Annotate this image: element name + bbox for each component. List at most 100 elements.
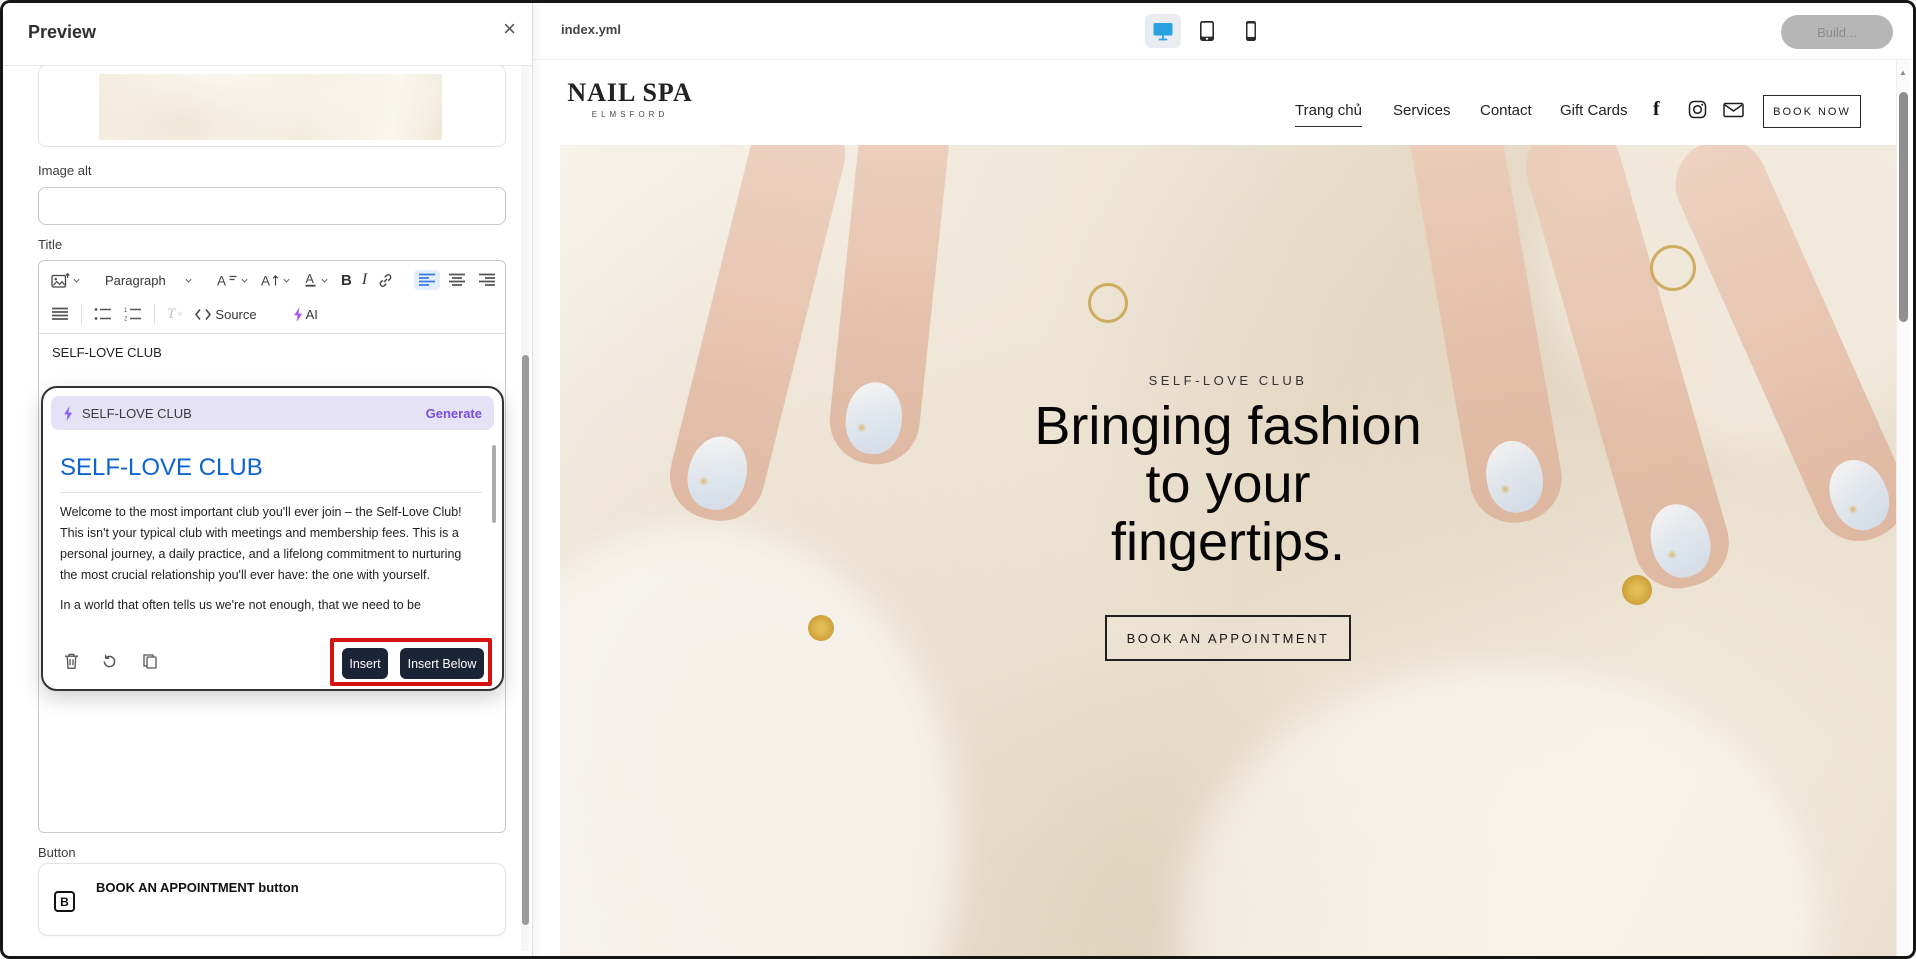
svg-text:1: 1: [124, 308, 128, 314]
align-left-icon: [418, 273, 436, 287]
ai-content-scrollbar[interactable]: [492, 445, 496, 523]
instagram-icon[interactable]: [1688, 100, 1707, 124]
copy-button[interactable]: [139, 650, 161, 672]
facebook-icon[interactable]: f: [1653, 98, 1660, 121]
hero-eyebrow: SELF-LOVE CLUB: [560, 373, 1896, 388]
book-now-button[interactable]: BOOK NOW: [1763, 95, 1861, 128]
silk-fold-decoration: [1180, 665, 1820, 959]
chevron-down-icon: [320, 276, 329, 285]
font-size-icon: A: [217, 273, 238, 288]
preview-scrollbar-track[interactable]: ▲: [1896, 60, 1909, 956]
image-alt-input[interactable]: [38, 187, 506, 225]
chevron-down-icon: [184, 276, 193, 285]
generate-link[interactable]: Generate: [426, 406, 482, 421]
book-appointment-button[interactable]: BOOK AN APPOINTMENT: [1105, 615, 1351, 661]
line-height-dropdown[interactable]: A: [257, 270, 295, 291]
image-alt-label: Image alt: [38, 163, 91, 178]
italic-button[interactable]: I: [360, 271, 369, 289]
title-label: Title: [38, 237, 62, 252]
suggestion-heading: SELF-LOVE CLUB: [60, 454, 482, 482]
gold-ring-decoration: [1088, 283, 1128, 323]
align-right-icon: [478, 273, 496, 287]
delete-suggestion-button[interactable]: [60, 650, 82, 672]
source-button[interactable]: Source: [190, 304, 260, 325]
insert-below-button[interactable]: Insert Below: [400, 648, 484, 679]
image-upload-icon: [51, 272, 70, 289]
hero-title: Bringing fashion to your fingertips.: [560, 397, 1896, 571]
mobile-view-button[interactable]: [1233, 14, 1269, 48]
silk-fold-decoration: [560, 525, 960, 959]
device-toggle-group: [1145, 14, 1269, 48]
button-field-item[interactable]: B BOOK AN APPOINTMENT button: [38, 863, 506, 936]
lightning-bolt-icon: [63, 406, 74, 421]
preview-panel: Preview × Image alt Title Paragraph: [3, 3, 533, 956]
justify-button[interactable]: [47, 304, 73, 324]
copy-icon: [142, 653, 158, 670]
align-center-icon: [448, 273, 466, 287]
font-color-icon: A: [303, 272, 318, 288]
image-thumbnail: [99, 74, 442, 140]
insert-button[interactable]: Insert: [342, 648, 388, 679]
scroll-up-arrow[interactable]: ▲: [1899, 68, 1907, 77]
insert-image-button[interactable]: [47, 269, 85, 292]
line-height-icon: A: [261, 273, 280, 288]
numbered-list-icon: 12: [124, 307, 142, 321]
align-left-button[interactable]: [414, 270, 440, 290]
image-field-preview[interactable]: [38, 65, 506, 147]
ai-suggestion-content: SELF-LOVE CLUB Welcome to the most impor…: [60, 438, 482, 640]
preview-scrollbar-thumb[interactable]: [1899, 92, 1908, 322]
site-header: NAIL SPA ELMSFORD Trang chủ Services Con…: [533, 60, 1896, 145]
suggestion-paragraph: In a world that often tells us we're not…: [60, 595, 482, 616]
font-color-dropdown[interactable]: A: [299, 269, 333, 291]
desktop-view-button[interactable]: [1145, 14, 1181, 48]
paragraph-style-dropdown[interactable]: Paragraph: [101, 270, 197, 291]
site-logo[interactable]: NAIL SPA ELMSFORD: [565, 78, 695, 119]
ai-card-header: SELF-LOVE CLUB Generate: [51, 396, 494, 430]
build-button[interactable]: Build...: [1781, 15, 1893, 49]
align-center-button[interactable]: [444, 270, 470, 290]
refresh-icon: [101, 653, 118, 670]
link-button[interactable]: [373, 269, 398, 292]
bulleted-list-button[interactable]: [90, 304, 116, 324]
desktop-icon: [1151, 20, 1175, 42]
gold-fleck-decoration: [1622, 575, 1652, 605]
chevron-down-icon: [282, 276, 291, 285]
app-window: Preview × Image alt Title Paragraph: [0, 0, 1916, 959]
divider: [60, 492, 482, 493]
align-right-button[interactable]: [474, 270, 500, 290]
hero-title-line: Bringing fashion: [560, 397, 1896, 455]
font-size-dropdown[interactable]: A: [213, 270, 253, 291]
numbered-list-button[interactable]: 12: [120, 304, 146, 324]
source-code-icon: [194, 307, 213, 322]
svg-text:A: A: [306, 272, 315, 286]
hero-title-line: to your: [560, 455, 1896, 513]
bulleted-list-icon: [94, 307, 112, 321]
nav-link-contact[interactable]: Contact: [1480, 102, 1532, 119]
remove-format-button[interactable]: T×: [163, 303, 186, 326]
link-icon: [377, 272, 394, 289]
justify-icon: [51, 307, 69, 321]
panel-title: Preview: [28, 22, 96, 43]
bold-button[interactable]: B: [337, 269, 356, 292]
chevron-down-icon: [72, 276, 81, 285]
close-icon[interactable]: ×: [503, 18, 516, 40]
hero-title-line: fingertips.: [560, 513, 1896, 571]
mail-icon[interactable]: [1723, 102, 1744, 123]
nav-link-gift-cards[interactable]: Gift Cards: [1560, 102, 1628, 119]
filename-label: index.yml: [561, 22, 621, 37]
button-section-label: Button: [38, 845, 76, 860]
tablet-icon: [1197, 19, 1217, 43]
ai-prompt-label: SELF-LOVE CLUB: [82, 406, 418, 421]
hero-section: SELF-LOVE CLUB Bringing fashion to your …: [560, 145, 1896, 959]
nav-link-home[interactable]: Trang chủ: [1295, 102, 1362, 127]
editor-toolbar: Paragraph A A A: [39, 261, 505, 334]
trash-icon: [63, 652, 80, 670]
panel-scrollbar-thumb[interactable]: [522, 355, 529, 925]
logo-text: NAIL SPA: [565, 78, 695, 108]
tablet-view-button[interactable]: [1189, 14, 1225, 48]
nav-link-services[interactable]: Services: [1393, 102, 1451, 119]
ai-button[interactable]: AI: [289, 304, 322, 325]
button-block-icon: B: [54, 891, 75, 912]
editor-content-text[interactable]: SELF-LOVE CLUB: [52, 345, 162, 360]
regenerate-button[interactable]: [98, 650, 120, 672]
